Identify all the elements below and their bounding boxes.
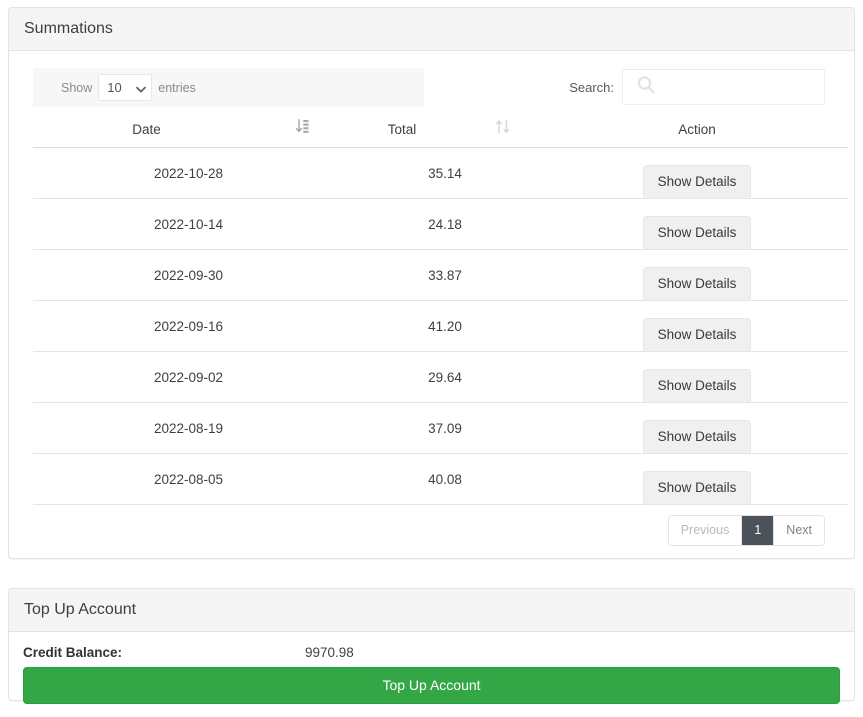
topup-panel-body: Credit Balance: 9970.98 Top Up Account bbox=[9, 632, 854, 716]
pagination-previous-button[interactable]: Previous bbox=[669, 516, 743, 545]
column-sort-total[interactable] bbox=[460, 115, 546, 148]
cell-action: Show Details bbox=[546, 250, 848, 301]
entries-length-control: Show 10 25 50 100 bbox=[33, 68, 424, 107]
cell-date: 2022-10-14 bbox=[33, 199, 344, 250]
column-header-action: Action bbox=[546, 115, 848, 148]
show-details-button[interactable]: Show Details bbox=[643, 216, 752, 250]
table-row: 2022-10-1424.18 Show Details bbox=[33, 199, 848, 250]
cell-total: 35.14 bbox=[344, 148, 546, 199]
table-row: 2022-08-1937.09 Show Details bbox=[33, 403, 848, 454]
topup-panel-title: Top Up Account bbox=[24, 599, 839, 621]
pagination: Previous 1 Next bbox=[668, 515, 825, 546]
column-header-date[interactable]: Date bbox=[33, 115, 260, 148]
column-header-total-label: Total bbox=[388, 122, 417, 137]
sort-neutral-icon bbox=[495, 122, 511, 137]
topup-account-panel: Top Up Account Credit Balance: 9970.98 T… bbox=[8, 588, 855, 701]
cell-total: 33.87 bbox=[344, 250, 546, 301]
pagination-next-button[interactable]: Next bbox=[774, 516, 824, 545]
cell-date: 2022-08-19 bbox=[33, 403, 344, 454]
entries-select-wrapper: 10 25 50 100 bbox=[98, 74, 152, 101]
show-details-button[interactable]: Show Details bbox=[643, 318, 752, 352]
table-row: 2022-08-0540.08 Show Details bbox=[33, 454, 848, 505]
search-label: Search: bbox=[569, 80, 614, 95]
cell-total: 24.18 bbox=[344, 199, 546, 250]
search-input-wrapper[interactable] bbox=[622, 69, 825, 105]
credit-balance-value: 9970.98 bbox=[305, 645, 354, 660]
column-header-action-label: Action bbox=[678, 122, 716, 137]
cell-action: Show Details bbox=[546, 301, 848, 352]
cell-action: Show Details bbox=[546, 148, 848, 199]
cell-action: Show Details bbox=[546, 403, 848, 454]
credit-balance-row: Credit Balance: 9970.98 bbox=[23, 645, 840, 660]
summations-panel-body: Show 10 25 50 100 bbox=[9, 51, 854, 566]
cell-action: Show Details bbox=[546, 199, 848, 250]
datatable-footer: Previous 1 Next bbox=[24, 505, 839, 551]
summations-panel: Summations Show 10 25 50 100 bbox=[8, 7, 855, 559]
entries-per-page-select[interactable]: 10 25 50 100 bbox=[98, 74, 152, 101]
summations-panel-header: Summations bbox=[9, 8, 854, 51]
page-title: Summations bbox=[24, 18, 839, 40]
topup-panel-header: Top Up Account bbox=[9, 589, 854, 632]
page-root: Summations Show 10 25 50 100 bbox=[0, 0, 863, 717]
show-details-button[interactable]: Show Details bbox=[643, 165, 752, 199]
entries-length-label: Show 10 25 50 100 bbox=[61, 74, 196, 101]
cell-date: 2022-09-02 bbox=[33, 352, 344, 403]
cell-date: 2022-09-30 bbox=[33, 250, 344, 301]
datatable-toolbar: Show 10 25 50 100 bbox=[24, 63, 839, 103]
top-up-account-button[interactable]: Top Up Account bbox=[23, 667, 840, 704]
credit-balance-label: Credit Balance: bbox=[23, 645, 305, 660]
column-sort-date[interactable] bbox=[260, 115, 344, 148]
entries-label: entries bbox=[158, 81, 196, 95]
cell-total: 37.09 bbox=[344, 403, 546, 454]
column-header-total[interactable]: Total bbox=[344, 115, 460, 148]
table-header-row: Date bbox=[33, 115, 848, 148]
pagination-page-1-button[interactable]: 1 bbox=[742, 516, 774, 545]
show-details-button[interactable]: Show Details bbox=[643, 420, 752, 454]
cell-total: 29.64 bbox=[344, 352, 546, 403]
column-header-date-label: Date bbox=[132, 122, 161, 137]
table-row: 2022-10-2835.14 Show Details bbox=[33, 148, 848, 199]
sort-amount-down-icon bbox=[296, 122, 309, 137]
summations-table: Date bbox=[33, 115, 848, 505]
cell-date: 2022-10-28 bbox=[33, 148, 344, 199]
search-control: Search: bbox=[569, 69, 825, 105]
show-details-button[interactable]: Show Details bbox=[643, 369, 752, 403]
show-details-button[interactable]: Show Details bbox=[643, 471, 752, 505]
search-icon bbox=[635, 74, 657, 101]
table-row: 2022-09-0229.64 Show Details bbox=[33, 352, 848, 403]
cell-total: 40.08 bbox=[344, 454, 546, 505]
show-label: Show bbox=[61, 81, 92, 95]
show-details-button[interactable]: Show Details bbox=[643, 267, 752, 301]
table-row: 2022-09-3033.87 Show Details bbox=[33, 250, 848, 301]
cell-date: 2022-08-05 bbox=[33, 454, 344, 505]
cell-total: 41.20 bbox=[344, 301, 546, 352]
cell-action: Show Details bbox=[546, 454, 848, 505]
cell-date: 2022-09-16 bbox=[33, 301, 344, 352]
table-head: Date bbox=[33, 115, 848, 148]
table-row: 2022-09-1641.20 Show Details bbox=[33, 301, 848, 352]
cell-action: Show Details bbox=[546, 352, 848, 403]
table-body: 2022-10-2835.14Show Details2022-10-1424.… bbox=[33, 148, 848, 505]
